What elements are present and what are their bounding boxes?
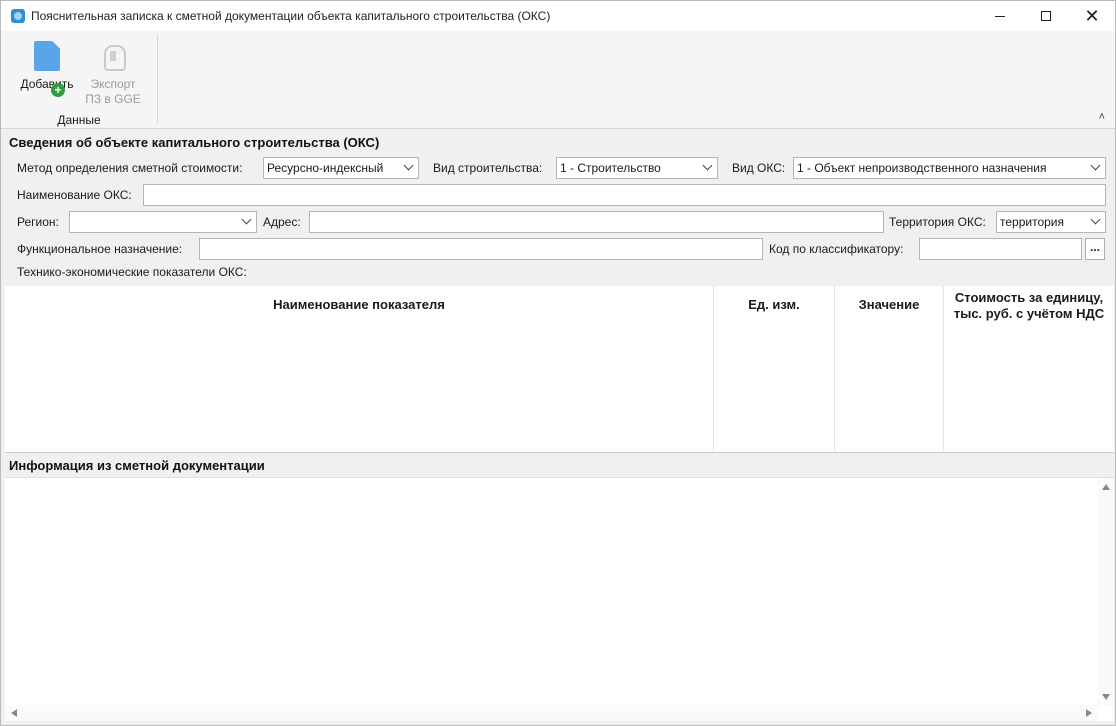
indicators-table: Наименование показателя Ед. изм. Значени… (5, 286, 1114, 453)
chevron-down-icon (1092, 162, 1100, 170)
address-input[interactable] (309, 211, 884, 233)
method-value: Ресурсно-индексный (267, 161, 384, 175)
chevron-down-icon (1092, 216, 1100, 224)
oks-type-select[interactable]: 1 - Объект непроизводственного назначени… (793, 157, 1106, 179)
app-icon (11, 9, 25, 23)
section-title-info: Информация из сметной документации (9, 458, 265, 473)
minimize-icon (995, 15, 1005, 17)
oks-name-label: Наименование ОКС: (17, 188, 132, 202)
oks-name-input[interactable] (143, 184, 1106, 206)
scroll-left-icon[interactable] (11, 709, 17, 717)
oks-type-value: 1 - Объект непроизводственного назначени… (797, 161, 1047, 175)
maximize-button[interactable] (1023, 1, 1069, 31)
classifier-label: Код по классификатору: (769, 242, 904, 256)
territory-label: Территория ОКС: (889, 215, 986, 229)
ribbon: Добавить + Экспорт ПЗ в GGE Данные ˄ (1, 31, 1115, 129)
build-type-label: Вид строительства: (433, 161, 543, 175)
purpose-label: Функциональное назначение: (17, 242, 183, 256)
add-document-icon (34, 41, 60, 71)
column-header-cost-line1: Стоимость за единицу, (954, 290, 1104, 305)
oks-type-label: Вид ОКС: (732, 161, 786, 175)
address-label: Адрес: (263, 215, 301, 229)
export-label-line2: ПЗ в GGE (85, 92, 141, 106)
export-icon (100, 41, 126, 71)
ribbon-group-separator (157, 35, 158, 123)
section-title-oks: Сведения об объекте капитального строите… (9, 135, 380, 150)
add-button-label: Добавить (20, 77, 74, 91)
build-type-select[interactable]: 1 - Строительство (556, 157, 718, 179)
export-label-line1: Экспорт (90, 77, 136, 91)
close-button[interactable]: ✕ (1069, 1, 1115, 31)
maximize-icon (1041, 11, 1051, 21)
horizontal-scrollbar[interactable] (5, 705, 1098, 721)
window-title: Пояснительная записка к сметной документ… (31, 9, 551, 23)
method-select[interactable]: Ресурсно-индексный (263, 157, 419, 179)
plus-icon: + (51, 83, 65, 97)
scroll-right-icon[interactable] (1086, 709, 1092, 717)
chevron-down-icon (405, 162, 413, 170)
region-label: Регион: (17, 215, 59, 229)
indicators-label: Технико-экономические показатели ОКС: (17, 265, 247, 279)
vertical-scrollbar[interactable] (1098, 478, 1114, 706)
add-button[interactable]: Добавить (17, 39, 77, 105)
ribbon-group-label: Данные (57, 113, 101, 127)
chevron-down-icon (704, 162, 712, 170)
chevron-down-icon (243, 216, 251, 224)
method-label: Метод определения сметной стоимости: (17, 161, 243, 175)
territory-select[interactable]: территория (996, 211, 1106, 233)
column-header-unit[interactable]: Ед. изм. (714, 286, 835, 453)
column-header-cost[interactable]: Стоимость за единицу, тыс. руб. с учётом… (944, 286, 1114, 453)
main-window: Пояснительная записка к сметной документ… (0, 0, 1116, 726)
column-header-value[interactable]: Значение (835, 286, 944, 453)
territory-value: территория (1000, 215, 1064, 229)
title-bar: Пояснительная записка к сметной документ… (1, 1, 1115, 31)
close-icon: ✕ (1084, 6, 1100, 26)
column-header-name[interactable]: Наименование показателя (5, 286, 714, 453)
column-header-cost-line2: тыс. руб. с учётом НДС (953, 306, 1105, 321)
classifier-input[interactable] (919, 238, 1082, 260)
classifier-browse-button[interactable]: ... (1085, 238, 1105, 260)
minimize-button[interactable] (977, 1, 1023, 31)
export-gge-button[interactable]: Экспорт ПЗ в GGE (83, 39, 143, 106)
collapse-ribbon-button[interactable]: ˄ (1099, 111, 1105, 123)
info-text-area[interactable] (5, 477, 1114, 721)
region-select[interactable] (69, 211, 257, 233)
purpose-input[interactable] (199, 238, 763, 260)
build-type-value: 1 - Строительство (560, 161, 661, 175)
scroll-up-icon[interactable] (1102, 484, 1110, 490)
scroll-down-icon[interactable] (1102, 694, 1110, 700)
